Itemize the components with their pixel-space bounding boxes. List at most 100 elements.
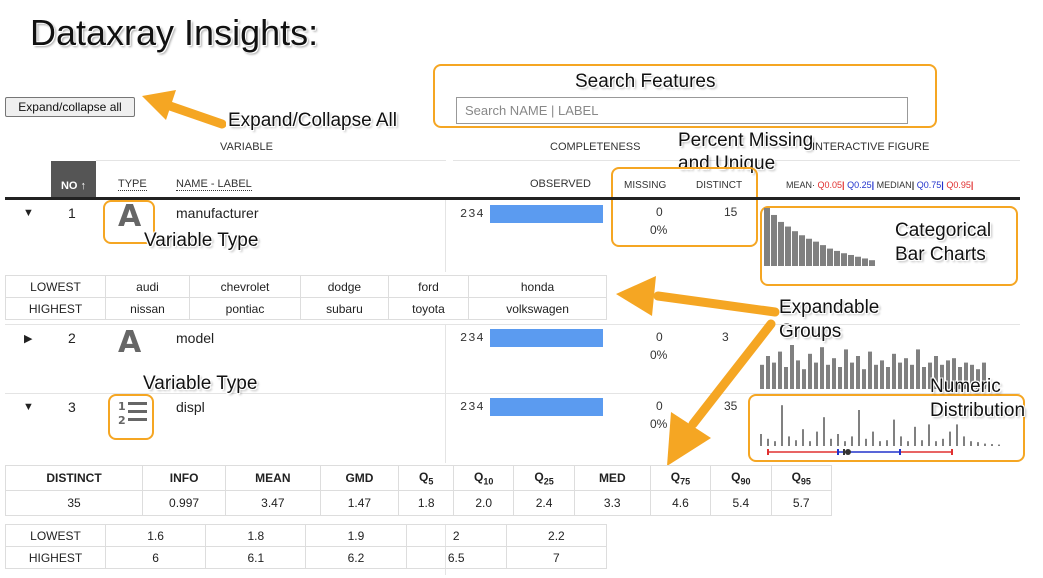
bar [898, 362, 902, 389]
stats-value-cell: 0.997 [142, 490, 227, 516]
spike [788, 436, 790, 446]
bar [785, 226, 791, 266]
expand-toggle-icon[interactable]: ▶ [24, 332, 32, 345]
stats-value-cell: 3.3 [573, 490, 651, 516]
variable-type-annotation: Variable Type [144, 230, 259, 251]
expandable-annotation-line1: Expandable [779, 297, 880, 318]
collapse-toggle-icon[interactable]: ▼ [23, 207, 34, 219]
search-features-annotation: Search Features [575, 71, 716, 92]
bar [796, 360, 800, 389]
table-cell: 7 [505, 546, 608, 569]
observed-bar [490, 205, 603, 223]
bar [862, 369, 866, 389]
column-header-name-label[interactable]: NAME - LABEL [176, 178, 252, 191]
stats-header-subscript: 75 [680, 476, 691, 487]
stats-header-subscript: 25 [543, 476, 554, 487]
group-header-divider-left [96, 160, 446, 161]
stats-header-cell: Q5 [398, 465, 455, 491]
highest-label: HIGHEST [5, 297, 106, 320]
stats-value-cell: 2.4 [513, 490, 575, 516]
table-cell: 2.2 [505, 524, 608, 547]
collapse-toggle-icon[interactable]: ▼ [23, 401, 34, 413]
bar [869, 260, 875, 266]
stats-value-cell: 5.4 [710, 490, 772, 516]
bar [806, 238, 812, 266]
bar [827, 248, 833, 266]
bar [832, 358, 836, 389]
observed-bar [490, 398, 603, 416]
table-cell: 2 [405, 524, 507, 547]
categorical-type-icon: A [118, 199, 142, 234]
manufacturer-extremes-table: LOWEST audi chevrolet dodge ford honda H… [5, 275, 607, 320]
bar [904, 358, 908, 389]
row-number: 3 [68, 399, 76, 415]
completeness-group-header: COMPLETENESS [550, 141, 641, 153]
bar [874, 364, 878, 389]
svg-text:1: 1 [118, 400, 126, 413]
bar [784, 367, 788, 389]
bar [910, 364, 914, 389]
column-header-distinct[interactable]: DISTINCT [696, 180, 742, 191]
spike [795, 440, 797, 446]
table-cell: ford [387, 275, 470, 298]
stats-value-cell: 5.7 [770, 490, 833, 516]
table-row: LOWEST 1.6 1.8 1.9 2 2.2 [5, 524, 608, 547]
bar [892, 353, 896, 389]
table-cell: toyota [387, 297, 470, 320]
bar [778, 221, 784, 266]
stats-value-cell: 1.47 [319, 490, 400, 516]
percent-missing-annotation-line1: Percent Missing [678, 130, 814, 151]
spike [977, 442, 979, 446]
stats-header-subscript: 10 [483, 476, 494, 487]
spike [823, 417, 825, 446]
table-cell: 6.5 [405, 546, 507, 569]
table-cell: nissan [104, 297, 191, 320]
table-cell: 1.6 [104, 524, 207, 547]
categorical-type-icon: A [118, 325, 142, 360]
bar [922, 367, 926, 389]
bar [841, 253, 847, 266]
column-header-missing[interactable]: MISSING [624, 180, 666, 191]
table-cell: 1.9 [305, 524, 407, 547]
bar [856, 356, 860, 389]
numeric-type-icon: 1 2 [118, 400, 147, 427]
stats-header-cell: Q10 [453, 465, 515, 491]
spike [963, 436, 965, 446]
table-cell: 6 [104, 546, 207, 569]
stats-value-cell: 2.0 [453, 490, 515, 516]
spike [802, 429, 804, 446]
spike [879, 441, 881, 446]
column-header-type[interactable]: TYPE [118, 178, 147, 191]
sort-ascending-icon: ↑ [80, 180, 87, 192]
table-row: HIGHEST 6 6.1 6.2 6.5 7 [5, 546, 608, 569]
table-cell: volkswagen [468, 297, 607, 320]
spike [921, 440, 923, 446]
search-input[interactable] [456, 97, 908, 124]
lowest-label: LOWEST [5, 524, 106, 547]
missing-percent: 0% [650, 223, 668, 237]
bar [838, 367, 842, 389]
observed-count: 234 [460, 400, 485, 414]
column-separator-name [445, 200, 446, 272]
spike [837, 434, 839, 446]
bar [820, 347, 824, 389]
spike [809, 441, 811, 446]
lowest-label: LOWEST [5, 275, 106, 298]
spike [970, 441, 972, 446]
bar [850, 362, 854, 389]
spike [816, 431, 818, 446]
column-header-observed[interactable]: OBSERVED [530, 178, 591, 190]
manufacturer-bar-chart[interactable] [764, 208, 884, 268]
stats-header-cell: Q90 [710, 465, 772, 491]
expand-collapse-all-button[interactable]: Expand/collapse all [5, 97, 135, 117]
bar [834, 250, 840, 266]
spike [781, 405, 783, 446]
bar [862, 258, 868, 266]
table-cell: 6.2 [305, 546, 407, 569]
legend-q75: Q0.75 [916, 180, 942, 190]
numeric-annotation-line1: Numeric [930, 376, 1001, 397]
column-header-no[interactable]: NO ↑ [51, 161, 96, 198]
bar [820, 245, 826, 266]
bar [826, 364, 830, 389]
column-header-no-label: NO [60, 180, 78, 192]
